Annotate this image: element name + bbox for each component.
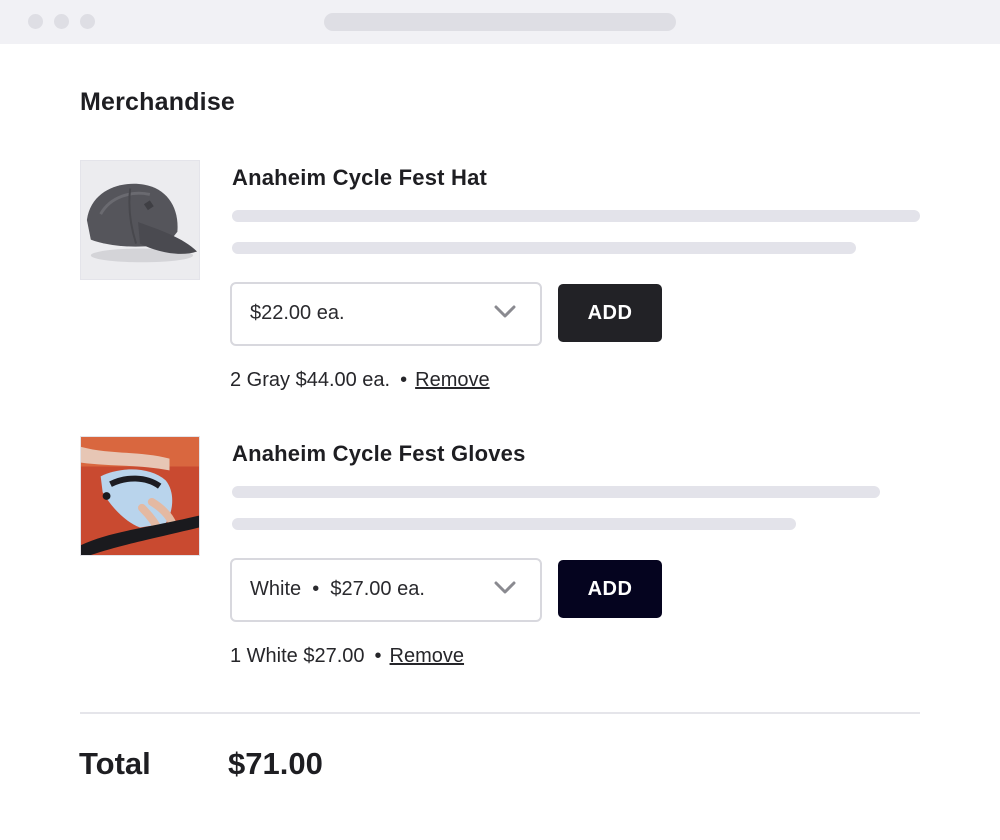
gloves-select-value: White • $27.00 ea. xyxy=(250,578,425,600)
gloves-variant-select[interactable]: White • $27.00 ea. xyxy=(230,558,542,622)
gloves-remove-link[interactable]: Remove xyxy=(390,645,464,667)
hat-add-button[interactable]: ADD xyxy=(558,284,662,342)
description-placeholder-line xyxy=(232,242,856,254)
browser-chrome xyxy=(0,0,1000,44)
chevron-down-icon xyxy=(494,305,516,318)
hat-variant-select[interactable]: $22.00 ea. xyxy=(230,282,542,346)
gloves-add-button[interactable]: ADD xyxy=(558,560,662,618)
hat-selection-text: 2 Gray $44.00 ea. xyxy=(230,369,391,391)
window-minimize-dot[interactable] xyxy=(54,14,69,29)
window-maximize-dot[interactable] xyxy=(80,14,95,29)
hat-image xyxy=(80,160,200,280)
gloves-selection-text: 1 White $27.00 xyxy=(230,645,365,667)
chevron-down-icon xyxy=(494,581,516,594)
section-title: Merchandise xyxy=(80,88,236,116)
gloves-image xyxy=(80,436,200,556)
total-label: Total xyxy=(79,746,151,781)
separator-dot: • xyxy=(374,645,382,667)
description-placeholder-line xyxy=(232,518,796,530)
window-close-dot[interactable] xyxy=(28,14,43,29)
hat-remove-link[interactable]: Remove xyxy=(415,369,489,391)
total-value: $71.00 xyxy=(228,746,323,781)
gloves-selection-summary: 1 White $27.00 • Remove xyxy=(230,645,464,668)
total-divider xyxy=(80,712,920,714)
address-bar[interactable] xyxy=(324,13,676,31)
hat-selection-summary: 2 Gray $44.00 ea. • Remove xyxy=(230,369,490,392)
separator-dot: • xyxy=(400,369,408,391)
hat-select-value: $22.00 ea. xyxy=(250,302,345,324)
description-placeholder-line xyxy=(232,210,920,222)
item-name-hat: Anaheim Cycle Fest Hat xyxy=(232,165,488,190)
description-placeholder-line xyxy=(232,486,880,498)
item-name-gloves: Anaheim Cycle Fest Gloves xyxy=(232,441,526,466)
